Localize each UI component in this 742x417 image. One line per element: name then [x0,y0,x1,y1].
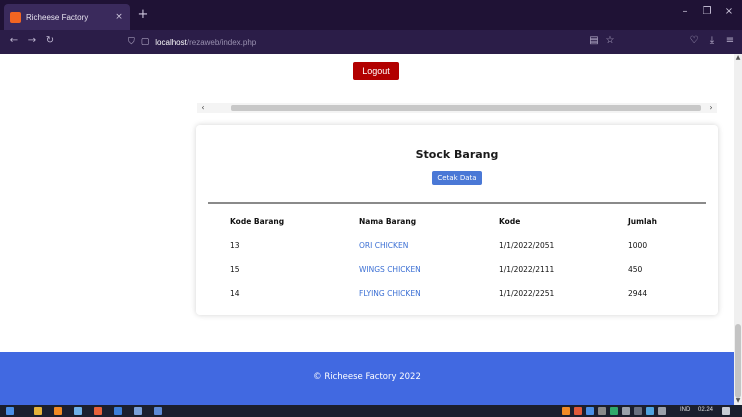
cell-kode-barang: 13 [230,241,240,250]
windows-start-icon[interactable] [6,407,14,415]
download-icon[interactable]: ⤓ [706,35,718,46]
header-nama-barang: Nama Barang [359,217,417,226]
tray-icon[interactable] [598,407,606,415]
bookmark-star-icon[interactable]: ☆ [604,35,616,46]
tray-icon[interactable] [610,407,618,415]
url-host: localhost [155,37,187,47]
cell-kode: 1/1/2022/2111 [499,265,555,274]
taskbar-app-icon[interactable] [54,407,62,415]
file-explorer-icon[interactable] [34,407,42,415]
menu-icon[interactable]: ≡ [724,35,736,46]
tray-icon[interactable] [574,407,582,415]
firefox-icon[interactable] [94,407,102,415]
print-data-button[interactable]: Cetak Data [432,171,482,185]
cell-jumlah: 1000 [628,241,648,250]
pocket-icon[interactable]: ♡ [688,35,700,46]
stock-title: Stock Barang [415,148,499,161]
address-bar[interactable]: ⛉ ▢ localhost /rezaweb/index.php [128,33,618,51]
page-viewport: Logout ‹ › Stock Barang Cetak Data Kode … [0,54,742,405]
vertical-scrollbar-thumb[interactable] [735,324,741,398]
shield-icon[interactable]: ⛉ [128,37,135,47]
reload-icon[interactable]: ↻ [44,35,56,46]
os-taskbar: IND 02.24 [0,405,742,417]
cell-kode-barang: 15 [230,265,240,274]
reader-icon[interactable]: ▤ [588,35,600,46]
browser-tab[interactable]: Richeese Factory × [4,4,130,30]
table-divider [208,202,706,204]
volume-icon[interactable] [658,407,666,415]
input-language[interactable]: IND [680,407,690,413]
back-icon[interactable]: ← [8,35,20,46]
taskbar-clock[interactable]: 02.24 [698,407,713,413]
cell-jumlah: 450 [628,265,643,274]
maximize-icon[interactable]: ❐ [700,6,714,17]
page-footer: © Richeese Factory 2022 [0,352,734,405]
cell-kode-barang: 14 [230,289,240,298]
scroll-right-icon[interactable]: › [707,103,715,113]
cell-jumlah: 2944 [628,289,648,298]
horizontal-scrollbar[interactable]: ‹ › [197,103,717,113]
network-icon[interactable] [622,407,630,415]
scrollbar-thumb[interactable] [231,105,701,111]
header-kode: Kode [499,217,521,226]
notification-icon[interactable] [722,407,730,415]
tray-icon[interactable] [562,407,570,415]
cell-nama-barang-link[interactable]: WINGS CHICKEN [359,265,421,274]
new-tab-button[interactable]: + [136,7,150,22]
logout-button[interactable]: Logout [353,62,399,80]
tray-icon[interactable] [586,407,594,415]
scroll-left-icon[interactable]: ‹ [199,103,207,113]
scroll-down-icon[interactable]: ▼ [734,397,742,405]
cell-kode: 1/1/2022/2251 [499,289,555,298]
vscode-icon[interactable] [114,407,122,415]
window-close-icon[interactable]: × [722,6,736,17]
browser-tab-bar: Richeese Factory × + – ❐ × [0,0,742,30]
stock-card: Stock Barang Cetak Data Kode Barang Nama… [196,125,718,315]
page-icon: ▢ [140,37,150,47]
taskbar-app-icon[interactable] [74,407,82,415]
tray-icon[interactable] [646,407,654,415]
url-path: /rezaweb/index.php [186,37,257,47]
favicon-icon [10,11,21,23]
taskbar-app-icon[interactable] [134,407,142,415]
minimize-icon[interactable]: – [678,6,692,17]
footer-copyright: © Richeese Factory 2022 [313,372,421,382]
tab-close-icon[interactable]: × [114,12,124,22]
tab-title: Richeese Factory [26,12,89,22]
taskbar-app-icon[interactable] [154,407,162,415]
forward-icon[interactable]: → [26,35,38,46]
header-jumlah: Jumlah [628,217,657,226]
cell-kode: 1/1/2022/2051 [499,241,555,250]
vertical-scrollbar[interactable]: ▲ ▼ [734,54,742,405]
cell-nama-barang-link[interactable]: FLYING CHICKEN [359,289,421,298]
browser-nav-bar: ← → ↻ ⛉ ▢ localhost /rezaweb/index.php ▤… [0,30,742,54]
scroll-up-icon[interactable]: ▲ [734,54,742,62]
cell-nama-barang-link[interactable]: ORI CHICKEN [359,241,408,250]
globe-icon[interactable] [634,407,642,415]
header-kode-barang: Kode Barang [230,217,285,226]
